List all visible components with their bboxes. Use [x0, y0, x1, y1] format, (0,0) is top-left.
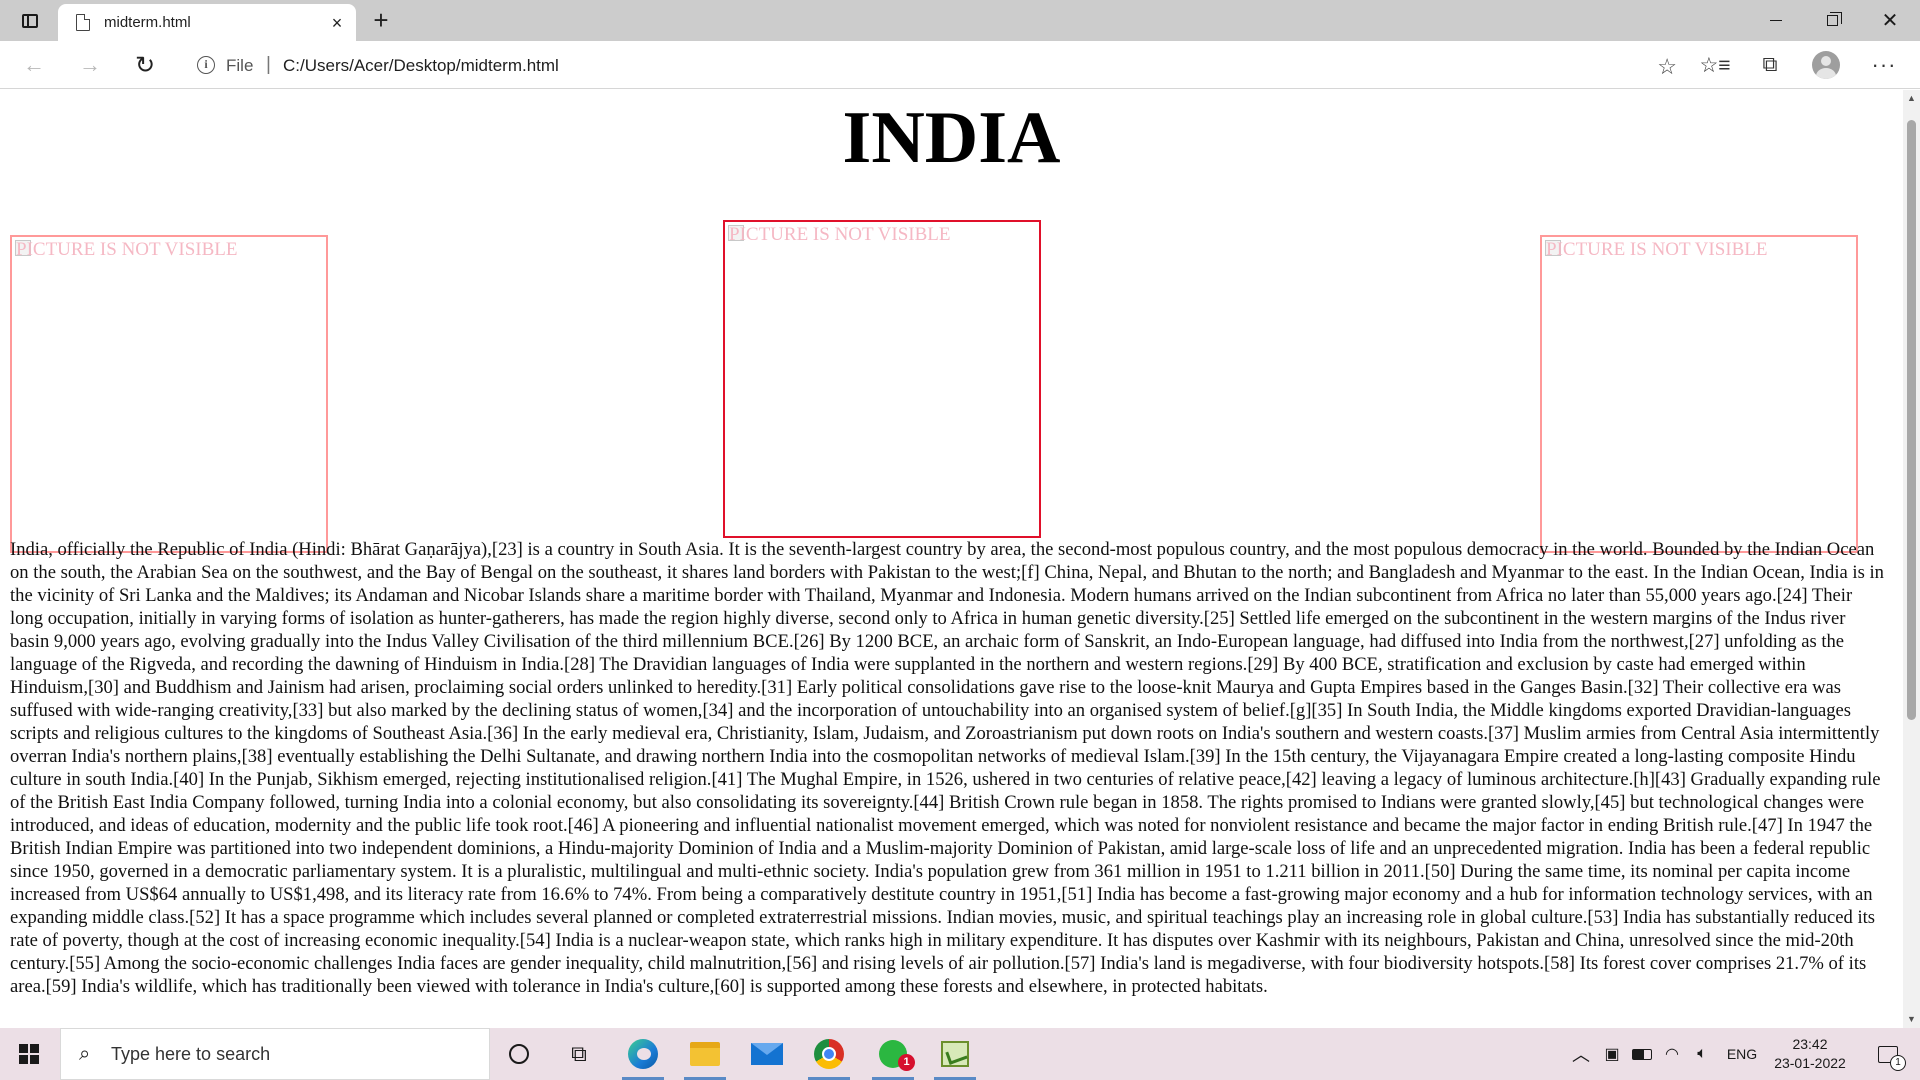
page-title: INDIA [842, 97, 1061, 179]
speaker-icon: 🔈︎ [1697, 1045, 1707, 1062]
image-alt-text: PICTURE IS NOT VISIBLE [16, 239, 238, 260]
image-left: PICTURE IS NOT VISIBLE [10, 235, 328, 553]
india-paragraph: India, officially the Republic of India … [10, 539, 1884, 997]
reload-icon: ↻ [134, 51, 156, 79]
wifi-icon: ◠ [1665, 1046, 1679, 1063]
volume-button[interactable]: 🔈︎ [1688, 1028, 1716, 1080]
scheme-label: File [226, 56, 254, 75]
close-window-button[interactable]: ✕ [1862, 0, 1918, 40]
sidebar-toggle-button[interactable] [14, 8, 46, 34]
whatsapp-badge: 1 [898, 1054, 915, 1071]
taskbar-edge[interactable] [614, 1028, 672, 1080]
clock-date: 23-01-2022 [1774, 1055, 1846, 1071]
minimize-button[interactable] [1748, 0, 1804, 40]
notification-badge: 1 [1890, 1055, 1906, 1071]
network-button[interactable]: ◠ [1658, 1028, 1686, 1080]
arrow-right-icon: → [79, 52, 101, 77]
taskbar-search[interactable]: ⌕ Type here to search [60, 1028, 490, 1080]
meet-now-button[interactable]: ▣ [1598, 1028, 1626, 1080]
scroll-down-arrow-icon[interactable]: ▼ [1903, 1011, 1920, 1028]
file-explorer-icon [690, 1042, 720, 1066]
search-placeholder: Type here to search [111, 1044, 271, 1064]
collections-button[interactable]: ⧉ [1754, 49, 1786, 81]
taskbar-whatsapp[interactable]: 1 [864, 1028, 922, 1080]
cortana-icon [509, 1044, 529, 1064]
settings-more-button[interactable]: ··· [1868, 49, 1900, 81]
windows-logo-icon [19, 1044, 39, 1064]
sidebar-toggle-icon [22, 14, 38, 28]
taskbar: ⌕ Type here to search ⧉ 1 ︿ ▣ ◠ 🔈︎ ENG 2… [0, 1028, 1920, 1080]
taskbar-app[interactable] [926, 1028, 984, 1080]
profile-avatar-icon [1812, 51, 1840, 79]
info-icon[interactable]: i [197, 56, 215, 74]
forward-button[interactable]: → [72, 47, 108, 83]
show-hidden-icons-button[interactable]: ︿ [1568, 1028, 1594, 1080]
profile-button[interactable] [1810, 49, 1842, 81]
scheme-separator: | [266, 54, 271, 75]
chevron-up-icon: ︿ [1572, 1045, 1590, 1065]
tab-close-button[interactable]: × [326, 12, 348, 34]
search-icon: ⌕ [79, 1043, 91, 1065]
tab-title: midterm.html [104, 14, 191, 31]
tab-strip: midterm.html × + ✕ [0, 0, 1920, 41]
task-view-button[interactable]: ⧉ [550, 1028, 608, 1080]
restore-icon [1826, 11, 1842, 26]
address-toolbar: ← → ↻ i File | C:/Users/Acer/Desktop/mid… [0, 41, 1920, 89]
minimize-icon [1770, 19, 1782, 21]
taskbar-chrome[interactable] [800, 1028, 858, 1080]
edge-icon [628, 1039, 658, 1069]
battery-icon [1632, 1048, 1652, 1060]
more-dots-icon: ··· [1871, 52, 1897, 77]
scroll-thumb[interactable] [1907, 120, 1916, 720]
battery-button[interactable] [1628, 1028, 1656, 1080]
clock-time: 23:42 [1792, 1036, 1828, 1052]
restore-button[interactable] [1804, 0, 1860, 40]
favorites-button[interactable]: ☆≡ [1699, 49, 1731, 81]
url-text[interactable]: C:/Users/Acer/Desktop/midterm.html [283, 56, 559, 76]
tab-midterm[interactable]: midterm.html × [58, 4, 356, 41]
scroll-up-arrow-icon[interactable]: ▲ [1903, 90, 1920, 107]
notification-center-button[interactable]: 1 [1866, 1028, 1910, 1080]
image-alt-text: PICTURE IS NOT VISIBLE [1546, 239, 1768, 260]
image-center: PICTURE IS NOT VISIBLE [723, 220, 1041, 538]
collections-icon: ⧉ [1762, 53, 1778, 76]
cortana-button[interactable] [490, 1028, 548, 1080]
favorites-list-icon: ☆≡ [1699, 53, 1731, 77]
reload-button[interactable]: ↻ [127, 47, 163, 83]
taskbar-file-explorer[interactable] [676, 1028, 734, 1080]
task-view-icon: ⧉ [571, 1041, 587, 1066]
new-tab-button[interactable]: + [366, 6, 396, 36]
start-button[interactable] [0, 1028, 58, 1080]
image-right: PICTURE IS NOT VISIBLE [1540, 235, 1858, 553]
page-viewport: INDIA PICTURE IS NOT VISIBLE PICTURE IS … [0, 90, 1903, 1028]
image-alt-text: PICTURE IS NOT VISIBLE [729, 224, 951, 245]
address-bar[interactable]: i File | C:/Users/Acer/Desktop/midterm.h… [180, 45, 1705, 85]
chrome-icon [814, 1039, 844, 1069]
back-button[interactable]: ← [16, 47, 52, 83]
taskbar-mail[interactable] [738, 1028, 796, 1080]
meet-now-icon: ▣ [1604, 1046, 1620, 1063]
star-plus-icon[interactable]: ☆ [1657, 54, 1677, 80]
mail-icon [751, 1043, 783, 1065]
page-icon [76, 14, 90, 31]
language-indicator[interactable]: ENG [1722, 1028, 1762, 1080]
clock[interactable]: 23:42 23-01-2022 [1764, 1028, 1856, 1080]
app-icon [941, 1041, 969, 1067]
vertical-scrollbar[interactable]: ▲ ▼ [1903, 90, 1920, 1028]
arrow-left-icon: ← [23, 52, 45, 77]
